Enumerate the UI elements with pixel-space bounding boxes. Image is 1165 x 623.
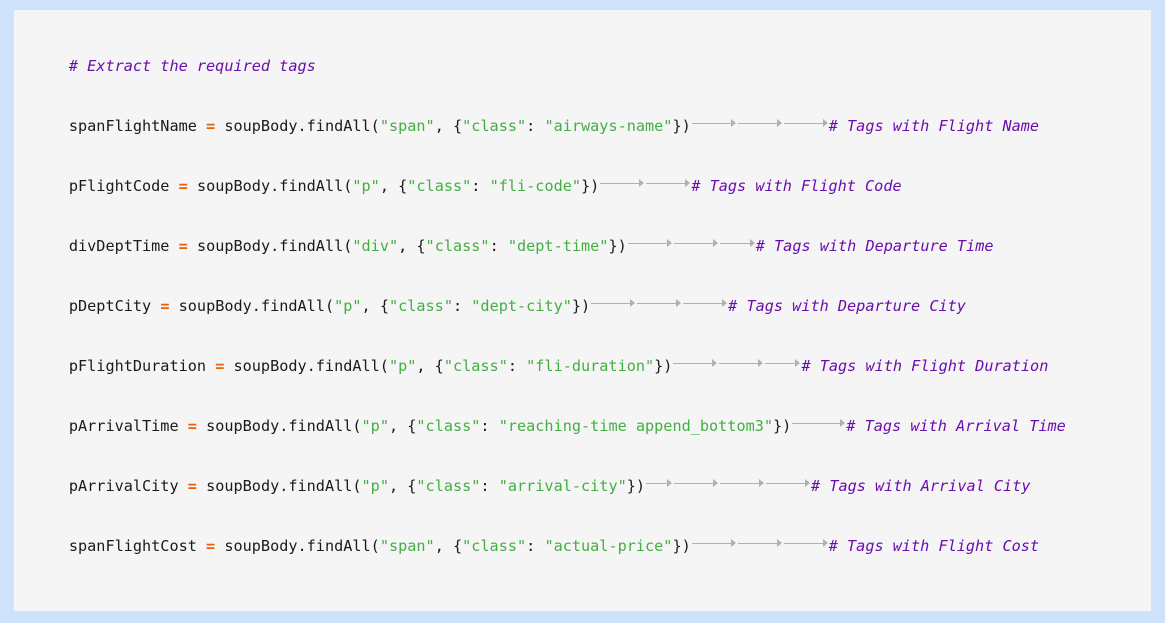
assign-operator: = [178,237,188,256]
trailing-comment: # Tags with Flight Duration [801,357,1049,376]
code-line: pArrivalCity = soupBody.findAll("p", {"c… [68,476,1031,496]
trailing-comment: # Tags with Flight Name [828,117,1040,136]
class-value: "arrival-city" [498,477,627,496]
tab-marker-icon [783,536,829,551]
findall-call: soupBody.findAll( [224,117,380,136]
var-spanflightcost: spanFlightCost [68,537,197,556]
tab-marker-icon [682,296,728,311]
tag-arg: "p" [361,477,389,496]
class-key: "class" [462,117,527,136]
class-value: "fli-duration" [526,357,655,376]
tab-marker-icon [719,236,756,251]
code-line: pArrivalTime = soupBody.findAll("p", {"c… [68,416,1066,436]
assign-operator: = [206,537,216,556]
findall-call: soupBody.findAll( [196,237,353,256]
class-value: "airways-name" [544,117,673,136]
class-key: "class" [443,357,508,376]
class-value: "reaching-time append_bottom3" [498,417,774,436]
tab-marker-icon [765,476,811,491]
findall-call: soupBody.findAll( [206,477,362,496]
class-key: "class" [388,297,453,316]
tab-marker-icon [673,476,719,491]
var-spanflightname: spanFlightName [68,117,197,136]
var-divdepttime: divDeptTime [68,237,170,256]
tab-marker-icon [783,116,829,131]
var-pflightduration: pFlightDuration [68,357,207,376]
tab-marker-icon [673,236,719,251]
class-key: "class" [416,417,481,436]
code-viewer-frame: # Extract the required tags spanFlightNa… [0,0,1165,623]
tab-marker-icon [737,116,783,131]
trailing-comment: # Tags with Flight Cost [828,537,1040,556]
class-key: "class" [425,237,490,256]
trailing-comment: # Tags with Flight Code [691,177,902,196]
assign-operator: = [206,117,216,136]
code-line: # Extract the required tags [14,56,1151,76]
comment-extract-tags: # Extract the required tags [68,57,316,75]
trailing-comment: # Tags with Departure City [728,297,966,316]
findall-call: soupBody.findAll( [178,297,335,316]
trailing-comment: # Tags with Arrival City [811,477,1031,496]
tab-marker-icon [691,116,737,131]
tab-marker-icon [791,416,846,431]
findall-call: soupBody.findAll( [196,177,353,196]
tab-marker-icon [672,356,718,371]
class-value: "fli-code" [489,177,582,196]
tag-arg: "div" [352,237,399,256]
python-code-block[interactable]: # Extract the required tags spanFlightNa… [14,10,1151,611]
class-key: "class" [407,177,472,196]
tag-arg: "p" [361,417,389,436]
code-surface: # Extract the required tags spanFlightNa… [14,10,1151,611]
findall-call: soupBody.findAll( [224,537,380,556]
class-value: "dept-city" [471,297,572,316]
code-line: divDeptTime = soupBody.findAll("div", {"… [68,236,994,256]
code-line: spanFlightCost = soupBody.findAll("span"… [68,536,1040,556]
tab-marker-icon [645,176,691,191]
var-parrivalcity: pArrivalCity [68,477,179,496]
code-line: pFlightDuration = soupBody.findAll("p", … [68,356,1049,376]
tab-marker-icon [645,476,673,491]
var-pflightcode: pFlightCode [68,177,170,196]
class-value: "actual-price" [544,537,673,556]
assign-operator: = [178,177,188,196]
class-value: "dept-time" [507,237,609,256]
var-pdeptcity: pDeptCity [68,297,152,316]
tab-marker-icon [590,296,636,311]
tag-arg: "p" [388,357,417,376]
assign-operator: = [215,357,225,376]
findall-call: soupBody.findAll( [233,357,389,376]
trailing-comment: # Tags with Departure Time [755,237,994,256]
trailing-comment: # Tags with Arrival Time [846,417,1066,436]
tab-marker-icon [636,296,682,311]
assign-operator: = [187,477,197,496]
tab-marker-icon [737,536,783,551]
tag-arg: "span" [379,537,435,556]
tag-arg: "p" [352,177,380,196]
tab-marker-icon [719,476,765,491]
code-line: pFlightCode = soupBody.findAll("p", {"cl… [68,176,902,196]
tab-marker-icon [599,176,645,191]
tab-marker-icon [764,356,801,371]
code-line: pDeptCity = soupBody.findAll("p", {"clas… [68,296,966,316]
class-key: "class" [416,477,481,496]
code-line: spanFlightName = soupBody.findAll("span"… [68,116,1040,136]
class-key: "class" [462,537,527,556]
var-parrivaltime: pArrivalTime [68,417,179,436]
tab-marker-icon [627,236,673,251]
tab-marker-icon [718,356,764,371]
tag-arg: "span" [379,117,435,136]
tag-arg: "p" [334,297,362,316]
findall-call: soupBody.findAll( [206,417,362,436]
tab-marker-icon [691,536,737,551]
assign-operator: = [187,417,197,436]
